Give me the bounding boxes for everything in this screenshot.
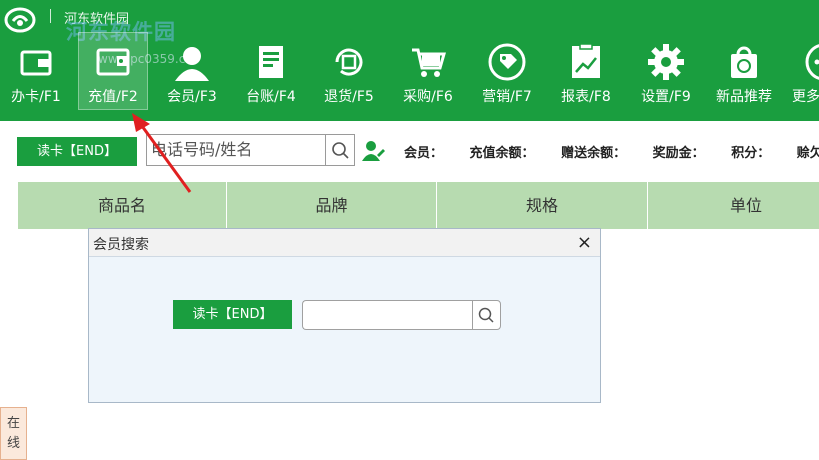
tag-icon: [488, 43, 526, 81]
dialog-search-input[interactable]: [302, 300, 473, 330]
column-header-spec[interactable]: 规格: [437, 182, 648, 229]
toolbar-label: 新品推荐: [716, 89, 772, 105]
toolbar-button-report[interactable]: 报表/F8: [546, 0, 626, 121]
read-card-button[interactable]: 读卡【END】: [17, 137, 137, 166]
column-header-unit[interactable]: 单位: [648, 182, 819, 229]
toolbar-label: 充值/F2: [88, 89, 138, 105]
card-icon: [20, 50, 52, 76]
online-service-tab[interactable]: 在线: [0, 407, 27, 460]
toolbar-button-recharge[interactable]: 充值/F2: [78, 32, 148, 110]
cart-icon: [412, 48, 446, 77]
recharge-balance-label: 充值余额：: [469, 146, 535, 161]
column-header-brand[interactable]: 品牌: [227, 182, 437, 229]
toolbar-button-ledger[interactable]: 台账/F4: [231, 0, 311, 121]
toolbar-label: 退货/F5: [324, 89, 374, 105]
toolbar-button-return[interactable]: 退货/F5: [309, 0, 389, 121]
phone-name-input[interactable]: 电话号码/姓名: [146, 134, 326, 166]
more-icon: [805, 44, 819, 80]
member-search-dialog: 会员搜索 × 读卡【END】: [88, 228, 601, 403]
dialog-search-button[interactable]: [472, 300, 501, 330]
gear-icon: [648, 44, 684, 80]
toolbar-label: 会员/F3: [167, 89, 217, 105]
phone-search-button[interactable]: [325, 134, 355, 166]
dialog-title-bar[interactable]: 会员搜索 ×: [89, 229, 600, 257]
toolbar-label: 营销/F7: [482, 89, 532, 105]
wallet-icon: [96, 48, 130, 76]
toolbar-label: 采购/F6: [403, 89, 453, 105]
shopping-bag-icon: [731, 46, 757, 78]
top-toolbar: 河东软件园 河东软件园 www.pc0359.cn 办卡/F1 充值/F2 会员…: [0, 0, 819, 121]
search-icon: [478, 307, 494, 323]
credit-label: 赊欠：: [796, 146, 819, 161]
member-search-row: 读卡【END】 电话号码/姓名 会员： 充值余额： 赠送余额： 奖励金： 积分：…: [0, 121, 819, 181]
return-icon: [335, 48, 363, 76]
toolbar-label: 台账/F4: [246, 89, 296, 105]
search-icon: [332, 142, 349, 159]
toolbar-label: 办卡/F1: [11, 89, 61, 105]
close-icon[interactable]: ×: [577, 232, 592, 253]
member-label: 会员：: [404, 146, 444, 161]
points-label: 积分：: [731, 146, 771, 161]
toolbar-label: 更多: [792, 89, 819, 105]
toolbar-label: 设置/F9: [641, 89, 691, 105]
toolbar-button-member[interactable]: 会员/F3: [152, 0, 232, 121]
toolbar-button-marketing[interactable]: 营销/F7: [467, 0, 547, 121]
dialog-title: 会员搜索: [93, 237, 149, 253]
dialog-read-card-button[interactable]: 读卡【END】: [173, 300, 292, 329]
product-table-header: 商品名 品牌 规格 单位: [18, 182, 819, 229]
bonus-label: 奖励金：: [652, 146, 705, 161]
column-header-product-name[interactable]: 商品名: [18, 182, 227, 229]
gift-balance-label: 赠送余额：: [561, 146, 627, 161]
edit-member-icon[interactable]: [362, 140, 386, 162]
toolbar-button-more[interactable]: 更多: [774, 0, 819, 121]
toolbar-button-settings[interactable]: 设置/F9: [626, 0, 706, 121]
toolbar-button-card[interactable]: 办卡/F1: [0, 0, 76, 121]
report-icon: [572, 43, 600, 78]
app-window: 河东软件园 河东软件园 www.pc0359.cn 办卡/F1 充值/F2 会员…: [0, 0, 819, 460]
toolbar-button-new-products[interactable]: 新品推荐: [704, 0, 784, 121]
ledger-icon: [259, 46, 283, 78]
toolbar-button-purchase[interactable]: 采购/F6: [388, 0, 468, 121]
member-icon: [175, 47, 209, 81]
member-info-labels: 会员： 充值余额： 赠送余额： 奖励金： 积分： 赊欠：: [404, 142, 819, 161]
toolbar-label: 报表/F8: [561, 89, 611, 105]
